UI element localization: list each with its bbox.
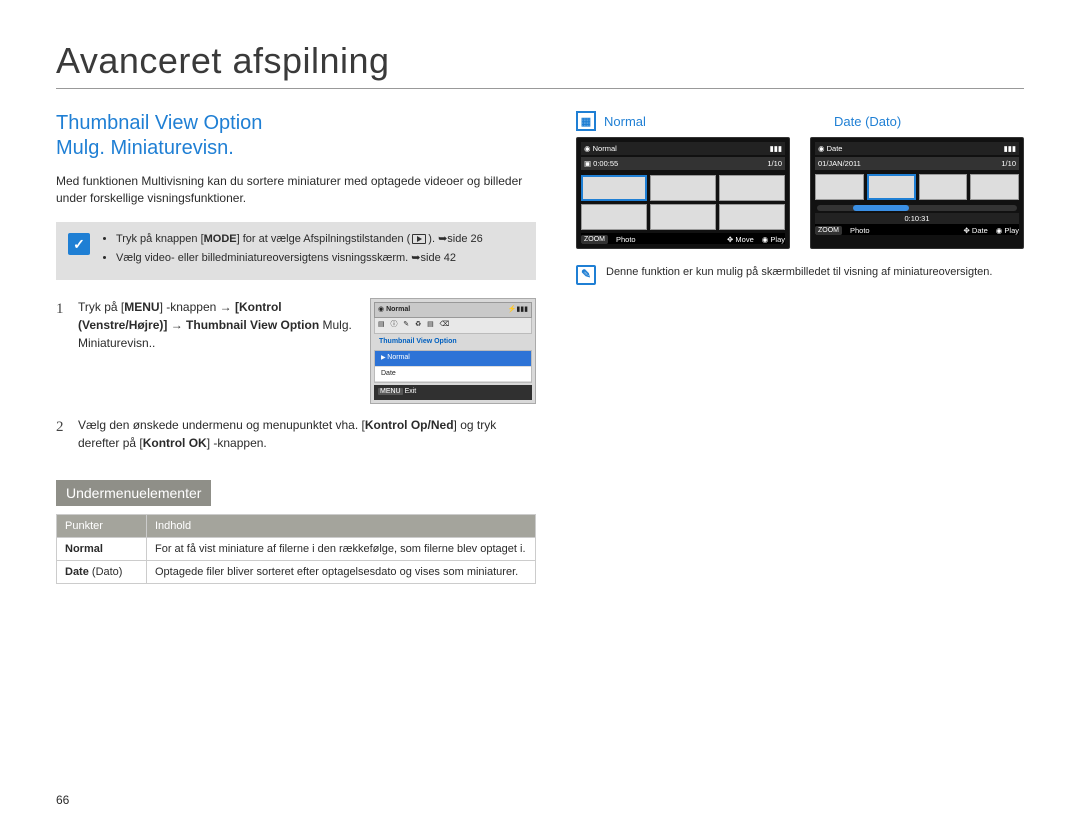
- lcd2-count: 1/10: [1001, 159, 1016, 168]
- thumbnail-selected: [867, 174, 916, 200]
- thumbnail: [581, 204, 647, 230]
- lcd-normal-view: ◉ Normal ▮▮▮ ▣ 0:00:55 1/10: [576, 137, 790, 249]
- check-icon: ✓: [68, 233, 90, 255]
- option-normal-desc: For at få vist miniature af filerne i de…: [147, 537, 536, 560]
- menu-screenshot: ◉ Normal ⚡▮▮▮ ▤ ⓘ ✎ ♻ ▤ ⌫ Thumbnail View…: [370, 298, 536, 404]
- section-heading-line1: Thumbnail View Option: [56, 112, 262, 134]
- battery-icon: ▮▮▮: [1004, 144, 1016, 153]
- lcd2-date: 01/JAN/2011: [818, 159, 861, 168]
- ms-menu-title: Thumbnail View Option: [374, 334, 532, 351]
- thumbnail: [650, 175, 716, 201]
- timeline-scrollbar: [817, 205, 1017, 211]
- lcd1-count: 1/10: [767, 159, 782, 168]
- table-row: Date (Dato) Optagede filer bliver sorter…: [57, 560, 536, 583]
- thumbnail: [970, 174, 1019, 200]
- availability-note: ✎ Denne funktion er kun mulig på skærmbi…: [576, 265, 1024, 285]
- ms-item: Date: [375, 367, 531, 383]
- thumbnail: [719, 204, 785, 230]
- table-head-points: Punkter: [57, 514, 147, 537]
- info-icon: ✎: [576, 265, 596, 285]
- thumbnail: [815, 174, 864, 200]
- section-heading-line2: Mulg. Miniaturevisn.: [56, 137, 234, 159]
- menu-button-label: MENU: [378, 388, 403, 395]
- section-heading: Thumbnail View Option Mulg. Miniaturevis…: [56, 111, 536, 161]
- step-1-text: Tryk på [MENU] -knappen → [Kontrol (Vens…: [78, 298, 356, 352]
- grid-view-icon: ▦: [576, 111, 596, 131]
- ms-footer-text: Exit: [405, 388, 417, 395]
- lcd2-mode: Date: [827, 144, 843, 153]
- thumbnail-selected: [581, 175, 647, 201]
- playback-mode-icon: [412, 234, 426, 244]
- option-normal-label: Normal: [65, 543, 103, 555]
- note-item: Tryk på knappen [MODE] for at vælge Afsp…: [116, 232, 483, 248]
- lcd1-duration: 0:00:55: [593, 159, 618, 168]
- battery-icon: ▮▮▮: [770, 144, 782, 153]
- step-2-text: Vælg den ønskede undermenu og menupunkte…: [56, 416, 536, 452]
- battery-icon: ⚡▮▮▮: [508, 305, 528, 316]
- availability-note-text: Denne funktion er kun mulig på skærmbill…: [606, 265, 992, 285]
- option-date-label: Date: [65, 566, 89, 578]
- page-title: Avanceret afspilning: [56, 40, 1024, 89]
- table-row: Normal For at få vist miniature af filer…: [57, 537, 536, 560]
- thumbnail: [650, 204, 716, 230]
- lcd2-timestamp: 0:10:31: [815, 213, 1019, 224]
- options-table: Punkter Indhold Normal For at få vist mi…: [56, 514, 536, 584]
- zoom-tag: ZOOM: [581, 235, 608, 244]
- thumbnail: [919, 174, 968, 200]
- page-number: 66: [56, 793, 69, 807]
- normal-view-label: Normal: [604, 114, 646, 129]
- ms-header-label: Normal: [386, 306, 410, 313]
- date-view-label: Date (Dato): [834, 114, 1024, 129]
- thumbnail: [719, 175, 785, 201]
- table-head-content: Indhold: [147, 514, 536, 537]
- lcd1-mode: Normal: [593, 144, 617, 153]
- intro-text: Med funktionen Multivisning kan du sorte…: [56, 173, 536, 208]
- prerequisite-note: ✓ Tryk på knappen [MODE] for at vælge Af…: [56, 222, 536, 280]
- lcd-date-view: ◉ Date ▮▮▮ 01/JAN/2011 1/10 0:10:31: [810, 137, 1024, 249]
- ms-item-selected: Normal: [375, 351, 531, 367]
- ms-icon-row: ▤ ⓘ ✎ ♻ ▤ ⌫: [374, 318, 532, 334]
- note-item: Vælg video- eller billedminiatureoversig…: [116, 251, 483, 267]
- zoom-tag: ZOOM: [815, 226, 842, 235]
- option-date-desc: Optagede filer bliver sorteret efter opt…: [147, 560, 536, 583]
- submenu-heading: Undermenuelementer: [56, 480, 211, 506]
